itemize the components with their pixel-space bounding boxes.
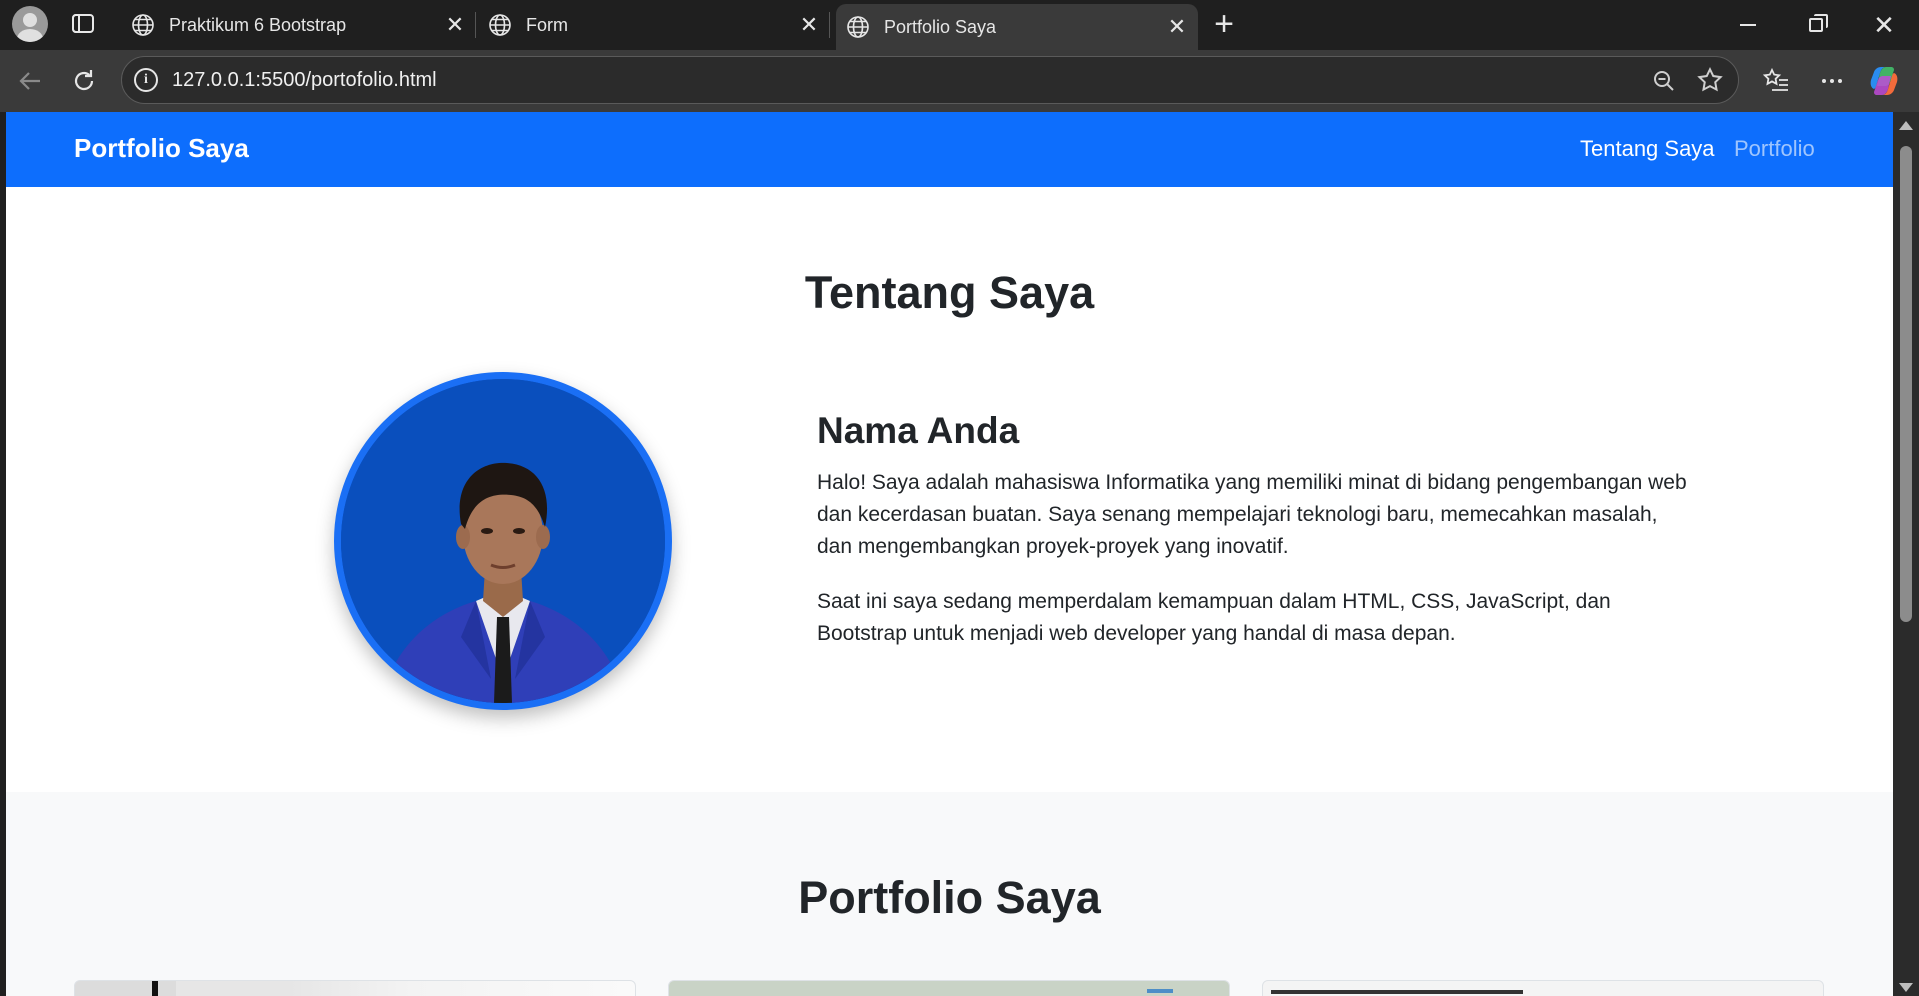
favorite-star-icon[interactable] [1696,66,1724,94]
copilot-button[interactable] [1868,65,1900,97]
browser-tab-praktikum[interactable]: Praktikum 6 Bootstrap ✕ [121,0,476,50]
portfolio-card[interactable] [74,980,636,996]
tab-title: Portfolio Saya [884,16,997,37]
tab-actions-icon[interactable] [70,11,96,37]
browser-toolbar: i 127.0.0.1:5500/portofolio.html [0,50,1919,112]
url-text[interactable]: 127.0.0.1:5500/portofolio.html [172,69,437,92]
globe-icon [132,14,154,36]
browser-tab-bar: Praktikum 6 Bootstrap ✕ Form ✕ Portfolio… [0,0,1919,50]
about-paragraph: Saat ini saya sedang memperdalam kemampu… [817,590,1611,645]
tab-close-icon[interactable]: ✕ [794,10,824,40]
nav-link-portfolio[interactable]: Portfolio [1734,136,1815,162]
restore-icon [1809,14,1828,32]
scrollbar-thumb[interactable] [1900,146,1912,622]
reload-icon [74,70,94,91]
person-portrait-icon [341,379,665,703]
tab-close-icon[interactable]: ✕ [440,10,470,40]
reload-button[interactable] [68,65,100,97]
more-options-button[interactable] [1816,65,1848,97]
tab-title: Praktikum 6 Bootstrap [169,14,347,35]
portfolio-heading: Portfolio Saya [798,872,1101,923]
site-navbar: Portfolio Saya Tentang Saya Portfolio [6,112,1893,187]
restore-button[interactable] [1782,0,1850,50]
browser-tab-form[interactable]: Form ✕ [478,0,830,50]
browser-tab-portfolio[interactable]: Portfolio Saya ✕ [836,4,1198,50]
scroll-up-arrow-icon[interactable] [1899,121,1913,130]
nav-link-tentang-saya[interactable]: Tentang Saya [1580,136,1715,162]
globe-icon [489,14,511,36]
profile-photo [334,372,672,710]
zoom-out-icon[interactable] [1652,69,1676,93]
tab-title: Form [526,14,568,35]
site-info-icon[interactable]: i [134,68,158,92]
page-scrollbar[interactable] [1893,112,1919,996]
arrow-left-icon [19,72,40,90]
back-button[interactable] [14,65,46,97]
profile-name: Nama Anda [817,410,1020,451]
globe-icon [847,16,869,38]
page-viewport: Portfolio Saya Tentang Saya Portfolio Te… [6,112,1893,996]
close-window-button[interactable]: ✕ [1850,0,1918,50]
address-bar[interactable]: i 127.0.0.1:5500/portofolio.html [121,56,1739,104]
close-icon: ✕ [1873,9,1895,40]
minimize-button[interactable] [1714,0,1782,50]
portfolio-card[interactable] [668,980,1230,996]
minimize-icon [1740,24,1756,26]
new-tab-button[interactable]: + [1208,7,1240,41]
about-paragraph: Halo! Saya adalah mahasiswa Informatika … [817,471,1687,558]
more-dots-icon [1822,79,1842,83]
profile-avatar-icon[interactable] [12,6,48,42]
tab-close-icon[interactable]: ✕ [1162,12,1192,42]
favorites-list-icon [1762,67,1788,91]
navbar-brand[interactable]: Portfolio Saya [74,133,249,164]
copilot-icon [1870,67,1898,95]
about-heading: Tentang Saya [804,267,1095,318]
scroll-down-arrow-icon[interactable] [1899,983,1913,992]
favorites-button[interactable] [1760,65,1792,97]
portfolio-card[interactable] [1262,980,1824,996]
